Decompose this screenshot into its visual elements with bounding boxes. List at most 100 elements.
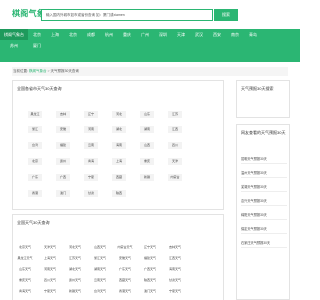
city-weather-link[interactable]: 广西天气 (141, 266, 159, 273)
city-weather-link[interactable]: 江苏天气 (66, 255, 84, 262)
nav-item-city[interactable]: 天津 (172, 29, 190, 40)
province-link[interactable]: 河南 (84, 126, 98, 133)
city-weather-link[interactable]: 新疆天气 (66, 288, 84, 295)
side-list-panel: 网友查看的天气预报30天 昆明天气预报30天 温州天气预报30天 芜湖天气预报30天… (236, 124, 290, 300)
side-list-item[interactable]: 昆明天气预报30天 (241, 155, 287, 164)
city-weather-link[interactable]: 浙江天气 (91, 255, 109, 262)
province-link[interactable]: 云南 (84, 142, 98, 149)
nav-item-city[interactable]: 重庆 (118, 29, 136, 40)
city-weather-link[interactable]: 天津天气 (41, 244, 59, 251)
nav-item-city[interactable]: 广州 (136, 29, 154, 40)
province-link[interactable]: 山东 (140, 111, 154, 118)
city-weather-link[interactable]: 山东天气 (16, 266, 34, 273)
side-list-item[interactable]: 保定天气预报30天 (241, 225, 287, 234)
city-weather-link[interactable]: 河北天气 (66, 244, 84, 251)
nav-item-city[interactable]: 厦门 (28, 40, 46, 51)
province-link[interactable]: 吉林 (56, 111, 70, 118)
province-link[interactable]: 广西 (56, 174, 70, 181)
province-link[interactable]: 陕西 (112, 190, 126, 197)
province-link[interactable]: 福建 (56, 142, 70, 149)
province-link[interactable]: 贵州 (56, 158, 70, 165)
city-weather-link[interactable]: 湖北天气 (66, 266, 84, 273)
nav-item-city[interactable]: 南京 (226, 29, 244, 40)
city-weather-link[interactable]: 河南天气 (41, 266, 59, 273)
province-link[interactable]: 湖北 (112, 126, 126, 133)
city-weather-link[interactable]: 山西天气 (91, 244, 109, 251)
side-list-item[interactable]: 石家庄天气预报30天 (241, 239, 287, 248)
province-link[interactable]: 内蒙古 (168, 174, 182, 181)
nav-item-city[interactable]: 西安 (208, 29, 226, 40)
city-weather-link[interactable]: 上海天气 (41, 255, 59, 262)
city-weather-link[interactable]: 重庆天气 (16, 277, 34, 284)
city-panel-title: 全国天气30天查询 (17, 220, 50, 225)
province-link[interactable]: 上海 (112, 158, 126, 165)
province-link[interactable]: 河北 (112, 111, 126, 118)
city-weather-link[interactable]: 安徽天气 (116, 255, 134, 262)
nav-item-city[interactable]: 上海 (46, 29, 64, 40)
city-weather-link[interactable]: 辽宁天气 (141, 244, 159, 251)
side-search-title: 天气预报30天搜索 (241, 86, 274, 91)
city-weather-link[interactable]: 台湾天气 (91, 288, 109, 295)
city-weather-link[interactable]: 甘肃天气 (166, 277, 184, 284)
province-link[interactable]: 青海 (84, 158, 98, 165)
province-link[interactable]: 北京 (28, 158, 42, 165)
city-weather-link[interactable]: 内蒙古天气 (116, 244, 134, 251)
province-link[interactable]: 重庆 (140, 158, 154, 165)
breadcrumb-prefix: 当前位置: (13, 69, 28, 73)
province-link[interactable]: 四川 (168, 142, 182, 149)
province-link[interactable]: 江苏 (168, 111, 182, 118)
province-link[interactable]: 广东 (28, 174, 42, 181)
province-link[interactable]: 西藏 (112, 174, 126, 181)
nav-item-city[interactable]: 青岛 (244, 29, 262, 40)
province-link[interactable]: 澳门 (56, 190, 70, 197)
nav-item-city[interactable]: 苏州 (0, 40, 28, 51)
province-link[interactable]: 辽宁 (84, 111, 98, 118)
province-link[interactable]: 山西 (140, 142, 154, 149)
city-weather-link[interactable]: 宁夏天气 (41, 288, 59, 295)
nav-item-city[interactable]: 北京 (28, 29, 46, 40)
city-weather-link[interactable]: 澳门天气 (141, 288, 159, 295)
side-list-item[interactable]: 绵阳天气预报30天 (241, 211, 287, 220)
nav-item-city[interactable]: 杭州 (100, 29, 118, 40)
province-link[interactable]: 湖南 (140, 126, 154, 133)
city-weather-link[interactable]: 云南天气 (91, 277, 109, 284)
province-link[interactable]: 天津 (168, 158, 182, 165)
province-link[interactable]: 香港 (28, 190, 42, 197)
city-weather-link[interactable]: 黑龙江天气 (16, 255, 34, 262)
city-weather-link[interactable]: 海南天气 (166, 266, 184, 273)
side-list-item[interactable]: 芜湖天气预报30天 (241, 183, 287, 192)
side-list-item[interactable]: 嘉兴天气预报30天 (241, 197, 287, 206)
province-link[interactable]: 江西 (168, 126, 182, 133)
search-button[interactable]: 搜索 (214, 9, 238, 21)
city-weather-link[interactable]: 福建天气 (141, 255, 159, 262)
province-link[interactable]: 浙江 (28, 126, 42, 133)
province-link[interactable]: 安徽 (56, 126, 70, 133)
province-link[interactable]: 新疆 (140, 174, 154, 181)
breadcrumb-home-link[interactable]: 棋阁气象台 (29, 69, 47, 73)
city-weather-link[interactable]: 宁夏天气 (166, 288, 184, 295)
nav-item-home[interactable]: 棋阁气象台 (0, 29, 28, 40)
province-link[interactable]: 黑龙江 (28, 111, 42, 118)
city-weather-link[interactable]: 香港天气 (116, 288, 134, 295)
province-link[interactable]: 海南 (112, 142, 126, 149)
city-weather-link[interactable]: 吉林天气 (166, 244, 184, 251)
side-list-item[interactable]: 温州天气预报30天 (241, 169, 287, 178)
search-input[interactable]: 输入国内外城市如市或省份查询 如：厦门或xiamen (41, 9, 213, 21)
side-search-panel: 天气预报30天搜索 (236, 80, 290, 118)
city-weather-link[interactable]: 广东天气 (116, 266, 134, 273)
city-weather-link[interactable]: 北京天气 (16, 244, 34, 251)
city-weather-link[interactable]: 四川天气 (41, 277, 59, 284)
province-link[interactable]: 甘肃 (84, 190, 98, 197)
province-link[interactable]: 宁夏 (84, 174, 98, 181)
city-weather-link[interactable]: 青海天气 (16, 288, 34, 295)
city-weather-link[interactable]: 江西天气 (166, 255, 184, 262)
city-weather-link[interactable]: 西藏天气 (116, 277, 134, 284)
city-weather-link[interactable]: 陕西天气 (141, 277, 159, 284)
nav-item-city[interactable]: 武汉 (190, 29, 208, 40)
city-weather-link[interactable]: 贵州天气 (66, 277, 84, 284)
nav-item-city[interactable]: 北京 (64, 29, 82, 40)
nav-item-city[interactable]: 成都 (82, 29, 100, 40)
province-link[interactable]: 台湾 (28, 142, 42, 149)
city-weather-link[interactable]: 湖南天气 (91, 266, 109, 273)
nav-item-city[interactable]: 深圳 (154, 29, 172, 40)
